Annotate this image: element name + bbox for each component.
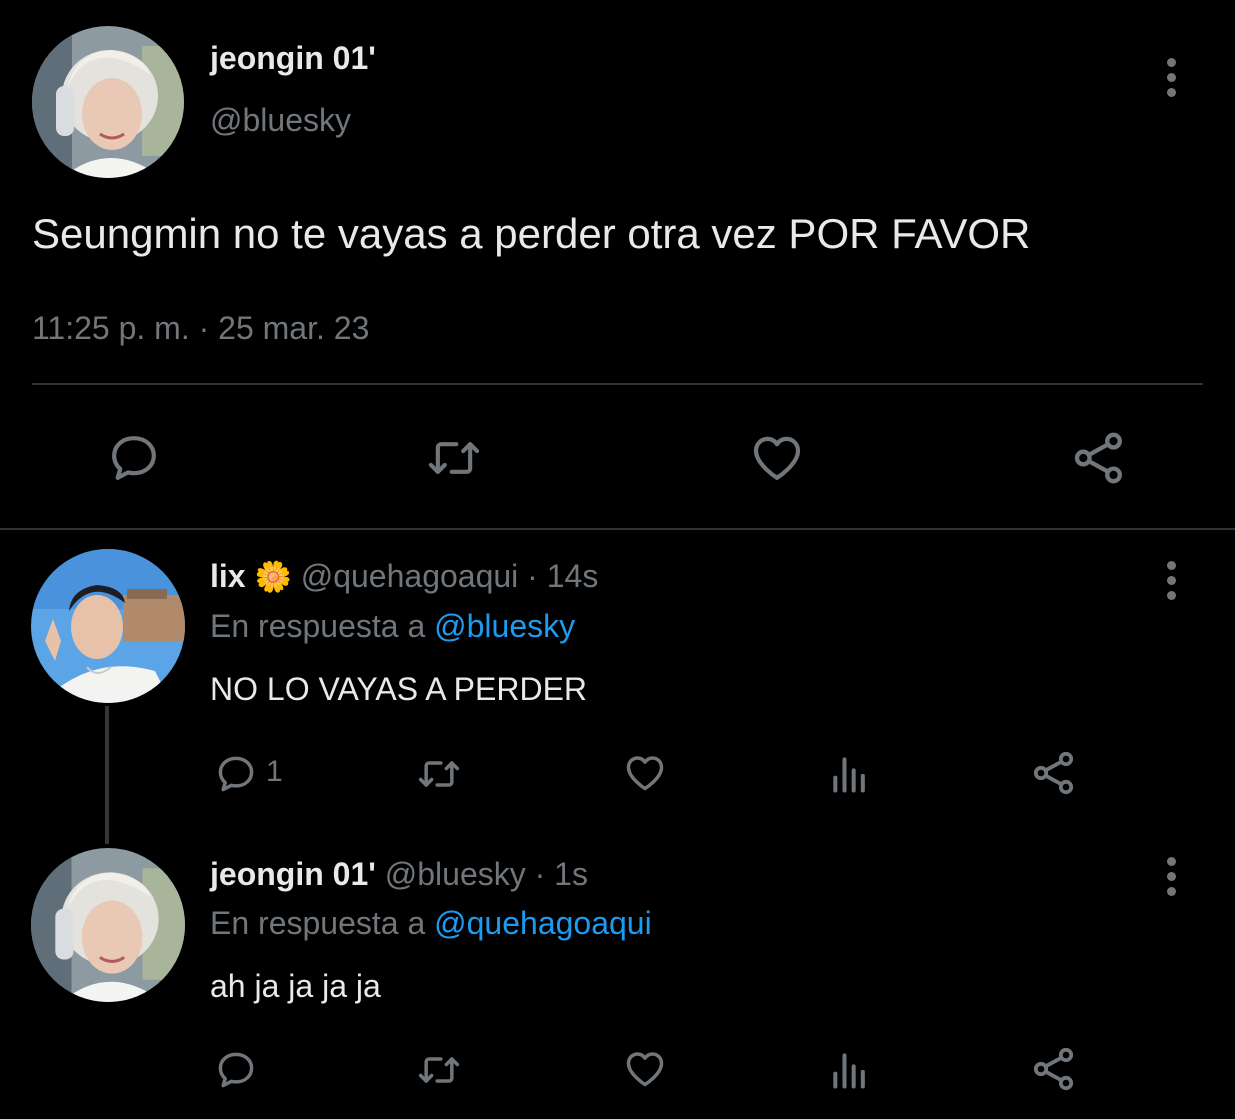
retweet-icon[interactable] — [414, 752, 464, 796]
share-icon[interactable] — [1030, 1045, 1078, 1093]
views-icon[interactable] — [828, 1048, 872, 1092]
tweet-age: · 14s — [527, 558, 599, 594]
tweet-age: · 1s — [534, 856, 588, 892]
reply-header: jeongin 01' @bluesky · 1s — [210, 856, 588, 893]
flower-emoji: 🌼 — [254, 561, 292, 594]
display-name[interactable]: jeongin 01' — [210, 40, 376, 77]
retweet-icon[interactable] — [424, 430, 484, 486]
tweet-text: ah ja ja ja ja — [210, 968, 381, 1004]
section-divider — [0, 528, 1235, 530]
reply-header: lix 🌼 @quehagoaqui · 14s — [210, 558, 598, 595]
reply-to-link[interactable]: @quehagoaqui — [434, 905, 652, 941]
reply-icon[interactable] — [106, 430, 162, 486]
reply-icon[interactable] — [214, 1048, 258, 1092]
display-name[interactable]: jeongin 01' — [210, 856, 376, 892]
avatar[interactable] — [31, 549, 185, 703]
thread-line — [105, 706, 109, 844]
display-name[interactable]: lix — [210, 558, 246, 594]
views-icon[interactable] — [828, 752, 872, 796]
reply-context: En respuesta a @quehagoaqui — [210, 905, 652, 942]
reply-context-label: En respuesta a — [210, 905, 426, 941]
reply-icon[interactable] — [214, 752, 258, 796]
heart-icon[interactable] — [748, 430, 806, 486]
heart-icon[interactable] — [622, 1047, 668, 1091]
heart-icon[interactable] — [622, 751, 668, 795]
handle[interactable]: @bluesky — [385, 856, 526, 892]
share-icon[interactable] — [1030, 749, 1078, 797]
share-icon[interactable] — [1070, 428, 1128, 488]
avatar[interactable] — [31, 848, 185, 1002]
handle[interactable]: @quehagoaqui — [301, 558, 519, 594]
divider — [32, 383, 1203, 385]
more-options-icon[interactable] — [1161, 857, 1181, 896]
reply-count: 1 — [266, 755, 283, 788]
handle[interactable]: @bluesky — [210, 102, 351, 139]
reply-context: En respuesta a @bluesky — [210, 608, 575, 645]
reply-context-label: En respuesta a — [210, 608, 426, 644]
retweet-icon[interactable] — [414, 1048, 464, 1092]
more-options-icon[interactable] — [1161, 561, 1181, 600]
avatar[interactable] — [32, 26, 184, 178]
tweet-timestamp: 11:25 p. m. · 25 mar. 23 — [32, 310, 370, 346]
tweet-text: NO LO VAYAS A PERDER — [210, 671, 588, 707]
tweet-text: Seungmin no te vayas a perder otra vez P… — [32, 210, 1031, 257]
reply-to-link[interactable]: @bluesky — [434, 608, 575, 644]
more-options-icon[interactable] — [1161, 58, 1181, 97]
